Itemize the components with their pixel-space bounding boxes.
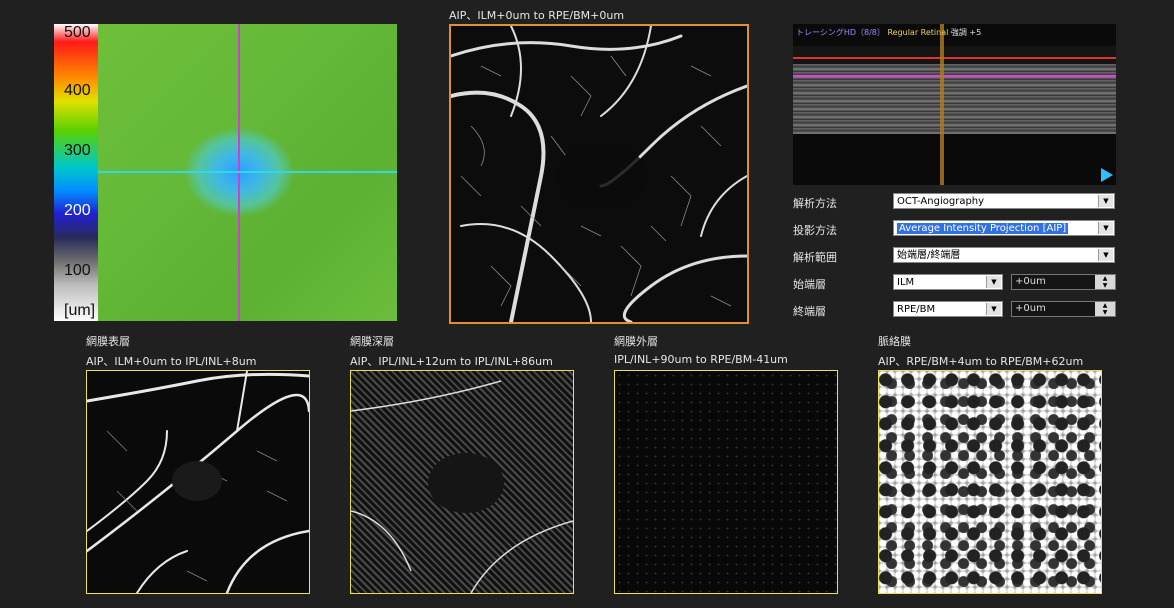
scale-tick-300: 300 [64, 142, 91, 159]
projection-method-label: 投影方法 [793, 224, 837, 237]
slab-name-deep: 網膜深層 [350, 335, 394, 348]
bscan-image[interactable]: トレーシングHD（8/8） Regular Retinal 強調 +5 [793, 24, 1116, 185]
start-layer-label: 始端層 [793, 278, 826, 291]
thickness-map[interactable]: 500 400 300 200 100 [um] [54, 24, 397, 321]
chevron-down-icon[interactable]: ▼ [986, 303, 1001, 315]
spin-buttons[interactable]: ▲ ▼ [1095, 275, 1115, 289]
color-scale-bar: 500 400 300 200 100 [um] [54, 24, 98, 321]
slab-image-outer[interactable] [614, 370, 838, 594]
projection-method-select[interactable]: Average Intensity Projection [AIP] ▼ [893, 220, 1115, 236]
scale-tick-200: 200 [64, 202, 91, 219]
bscan-position-cursor[interactable] [940, 24, 944, 185]
slab-range-deep: AIP、IPL/INL+12um to IPL/INL+86um [350, 355, 553, 368]
vessel-pattern [451, 26, 747, 322]
chevron-down-icon[interactable]: ▼ [986, 276, 1001, 288]
scale-unit-label: [um] [64, 302, 96, 319]
ilm-boundary-line[interactable] [793, 57, 1116, 59]
scale-tick-400: 400 [64, 82, 91, 99]
bscan-vitreous [793, 46, 1116, 66]
main-angio-title: AIP、ILM+0um to RPE/BM+0um [449, 9, 625, 22]
play-icon[interactable] [1101, 168, 1113, 182]
slab-range-choroid: AIP、RPE/BM+4um to RPE/BM+62um [878, 355, 1084, 368]
enhance-label: 強調 +5 [950, 28, 982, 37]
slab-image-choroid[interactable] [878, 370, 1102, 594]
slab-image-superficial[interactable] [86, 370, 310, 594]
slab-range-outer: IPL/INL+90um to RPE/BM-41um [614, 353, 788, 366]
spin-buttons[interactable]: ▲ ▼ [1095, 302, 1115, 316]
chevron-down-icon[interactable]: ▼ [1098, 195, 1113, 207]
scale-tick-500: 500 [64, 24, 91, 41]
analysis-method-select[interactable]: OCT-Angiography ▼ [893, 193, 1115, 209]
start-layer-select[interactable]: ILM ▼ [893, 274, 1003, 290]
slab-image-deep[interactable] [350, 370, 574, 594]
scale-tick-100: 100 [64, 262, 91, 279]
horizontal-cursor-line[interactable] [98, 171, 397, 173]
rpe-boundary-line[interactable] [793, 75, 1116, 77]
analysis-range-label: 解析範囲 [793, 251, 837, 264]
scan-type-label: Regular Retinal [887, 28, 949, 37]
main-angiogram-image[interactable] [449, 24, 749, 324]
end-layer-select[interactable]: RPE/BM ▼ [893, 301, 1003, 317]
chevron-down-icon[interactable]: ▼ [1098, 222, 1113, 234]
slab-name-choroid: 脈絡膜 [878, 335, 911, 348]
slab-range-superficial: AIP、ILM+0um to IPL/INL+8um [86, 355, 257, 368]
scan-mode-label: トレーシングHD（8/8） [796, 28, 885, 37]
end-layer-label: 終端層 [793, 305, 826, 318]
slab-name-outer: 網膜外層 [614, 335, 658, 348]
slab-name-superficial: 網膜表層 [86, 335, 130, 348]
end-layer-offset-input[interactable]: +0um ▲ ▼ [1011, 301, 1116, 317]
analysis-range-select[interactable]: 始端層/終端層 ▼ [893, 247, 1115, 263]
chevron-down-icon[interactable]: ▼ [1098, 249, 1113, 261]
analysis-method-label: 解析方法 [793, 197, 837, 210]
bscan-header: トレーシングHD（8/8） Regular Retinal 強調 +5 [796, 27, 981, 38]
start-layer-offset-input[interactable]: +0um ▲ ▼ [1011, 274, 1116, 290]
